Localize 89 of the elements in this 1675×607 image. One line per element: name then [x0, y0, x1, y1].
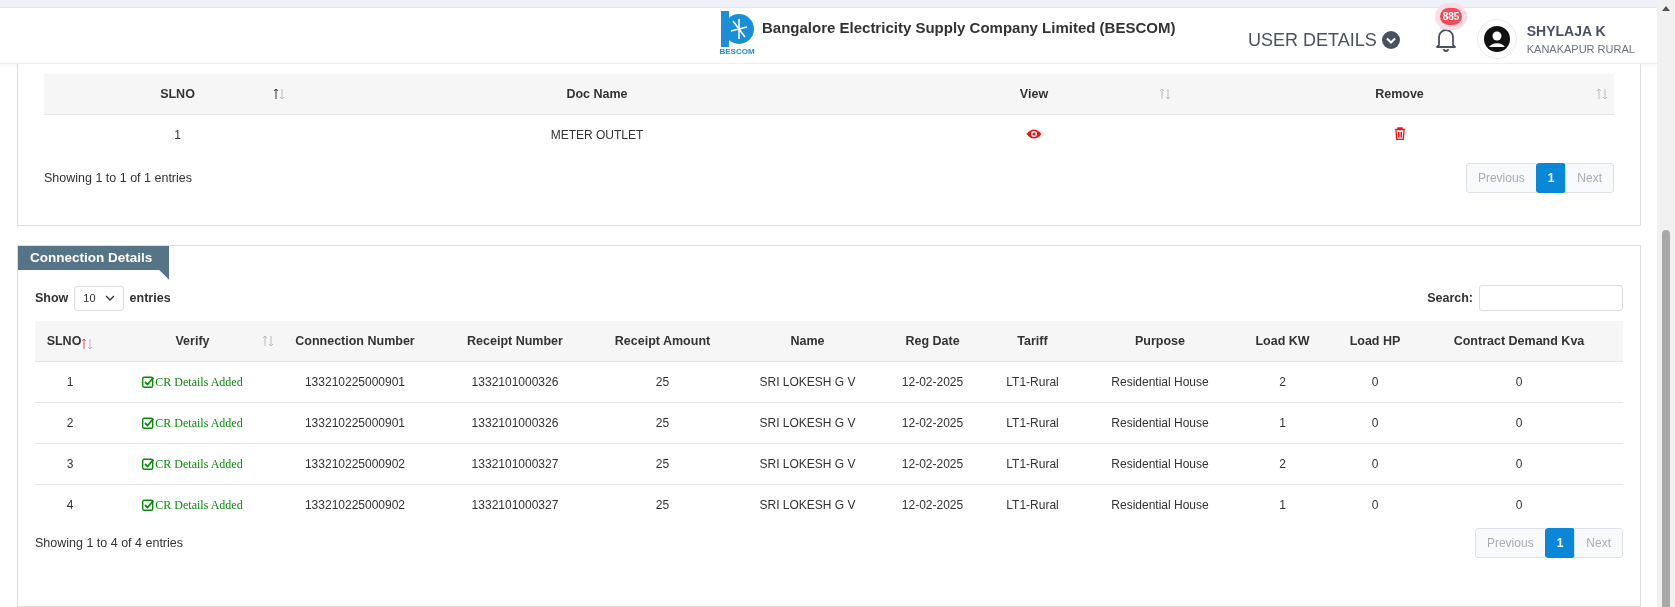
table-cell: METER OUTLET [550, 128, 644, 142]
status-text: CR Details Added [155, 415, 243, 431]
checkbox-tick-icon [142, 499, 155, 511]
column-header[interactable]: Verify [175, 334, 210, 348]
table-cell: Residential House [1111, 498, 1209, 512]
column-header[interactable]: Receipt Number [467, 334, 563, 348]
table-cell: 0 [1371, 416, 1379, 430]
table-cell: 0 [1515, 416, 1523, 430]
table-cell: 1 [174, 128, 181, 142]
table-cell: SRI LOKESH G V [759, 375, 856, 389]
table-cell: 1332101000326 [471, 375, 559, 389]
column-header[interactable]: Load KW [1255, 334, 1310, 348]
table-cell: 133210225000902 [304, 457, 406, 471]
table-cell: 25 [655, 498, 670, 512]
table-cell: SRI LOKESH G V [759, 457, 856, 471]
user-location: KANAKAPUR RURAL [1526, 43, 1635, 56]
section-ribbon: Connection Details [18, 246, 170, 280]
table-cell: 0 [1371, 498, 1379, 512]
column-header[interactable]: Doc Name [566, 87, 628, 101]
table-cell: 1 [1279, 498, 1286, 512]
table-info: Showing 1 to 4 of 4 entries [35, 536, 183, 550]
table-cell: 133210225000902 [304, 498, 406, 512]
checkbox-tick-icon [142, 376, 155, 388]
table-cell: 0 [1515, 457, 1523, 471]
column-header[interactable]: SLNO [160, 87, 195, 101]
table-cell: 0 [1371, 457, 1379, 471]
search-field[interactable] [1479, 285, 1623, 311]
table-cell: 1332101000327 [471, 457, 559, 471]
table-cell: 1 [1279, 416, 1286, 430]
user-silhouette-icon [1483, 26, 1510, 53]
table-cell: Residential House [1111, 457, 1209, 471]
table-cell: LT1-Rural [1006, 498, 1059, 512]
logo-caption: BESCOM [719, 46, 755, 56]
column-header[interactable]: Tariff [1017, 334, 1048, 348]
table-cell: 133210225000901 [304, 375, 406, 389]
logo-mark-icon [719, 10, 755, 47]
user-name: SHYLAJA K [1526, 23, 1607, 40]
chevron-down-icon [104, 295, 115, 301]
table-cell: LT1-Rural [1006, 375, 1059, 389]
scrollbar[interactable] [1657, 0, 1675, 607]
table-cell: 0 [1515, 498, 1523, 512]
status-text: CR Details Added [155, 497, 243, 513]
status-text: CR Details Added [155, 374, 243, 390]
table-cell: 1332101000327 [471, 498, 559, 512]
table-cell: 3 [66, 457, 74, 471]
avatar[interactable] [1476, 19, 1517, 60]
chevron-down-icon [1381, 31, 1400, 50]
table-cell: 1 [66, 375, 74, 389]
scrollbar-thumb[interactable] [1662, 230, 1670, 607]
checkbox-tick-icon [142, 417, 155, 429]
table-cell: 2 [1279, 375, 1286, 389]
table-cell: 133210225000901 [304, 416, 406, 430]
table-cell: SRI LOKESH G V [759, 416, 856, 430]
table-cell: 12-02-2025 [901, 375, 964, 389]
column-header[interactable]: Remove [1375, 87, 1424, 101]
table-cell: 2 [1279, 457, 1286, 471]
checkbox-tick-icon [142, 458, 155, 470]
search-label: Search: [1427, 291, 1473, 305]
scroll-up-icon[interactable] [1662, 6, 1670, 11]
user-details-menu[interactable]: USER DETAILS [1248, 29, 1400, 51]
table-cell: 0 [1515, 375, 1523, 389]
company-name: Bangalore Electricity Supply Company Limited (BESCOM) [762, 18, 1176, 36]
column-header[interactable]: Purpose [1135, 334, 1185, 348]
status-text: CR Details Added [155, 456, 243, 472]
sort-icon[interactable] [273, 88, 285, 100]
table-cell: LT1-Rural [1006, 416, 1059, 430]
eye-icon[interactable] [1026, 127, 1042, 140]
show-label: Show [35, 291, 69, 305]
table-cell: 12-02-2025 [901, 416, 964, 430]
column-header[interactable]: Name [790, 334, 825, 348]
table-cell: Residential House [1111, 375, 1209, 389]
trash-icon[interactable] [1393, 127, 1406, 140]
table-cell: 0 [1371, 375, 1379, 389]
table-cell: 4 [66, 498, 74, 512]
table-cell: Residential House [1111, 416, 1209, 430]
page-size-select[interactable]: 10 [74, 285, 124, 311]
table-cell: 12-02-2025 [901, 498, 964, 512]
table-cell: 25 [655, 416, 670, 430]
entries-label: entries [129, 291, 171, 305]
table-cell: 2 [66, 416, 74, 430]
table-cell: 12-02-2025 [901, 457, 964, 471]
table-cell: 1332101000326 [471, 416, 559, 430]
column-header[interactable]: SLNO [46, 334, 82, 348]
table-cell: 25 [655, 375, 670, 389]
table-cell: LT1-Rural [1006, 457, 1059, 471]
table-info: Showing 1 to 1 of 1 entries [44, 171, 192, 185]
column-header[interactable]: View [1019, 87, 1049, 101]
table-cell: 25 [655, 457, 670, 471]
table-cell: SRI LOKESH G V [759, 498, 856, 512]
